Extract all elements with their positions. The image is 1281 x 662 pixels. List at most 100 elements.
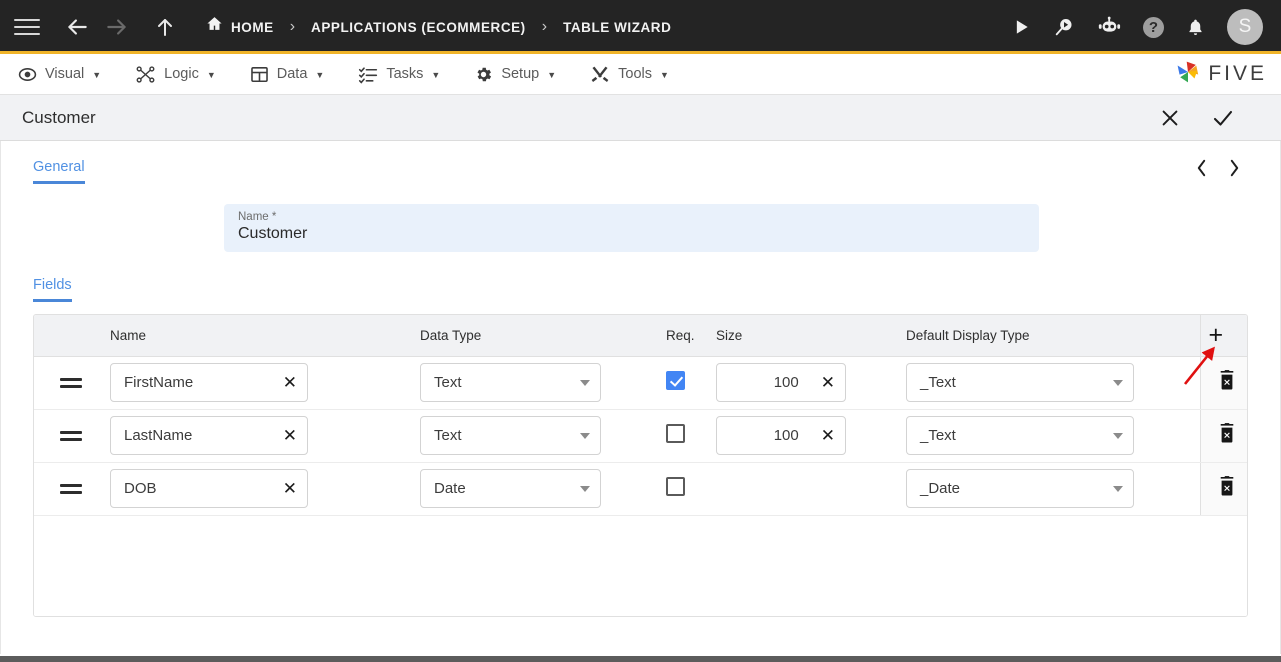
clear-icon[interactable]: ✕ bbox=[277, 479, 297, 499]
row-display-cell: _Date bbox=[898, 462, 1200, 516]
menu-label-visual: Visual bbox=[45, 66, 85, 82]
search-play-icon[interactable] bbox=[1053, 16, 1075, 38]
table-row: FirstName ✕ Text 100 ✕ _Text bbox=[34, 356, 1247, 410]
row-drag-cell bbox=[34, 356, 102, 410]
required-checkbox[interactable] bbox=[666, 423, 685, 443]
breadcrumb-item-home[interactable]: HOME bbox=[206, 16, 274, 38]
five-brand-logo: FIVE bbox=[1175, 59, 1281, 90]
breadcrumb-item-applications[interactable]: APPLICATIONS (ECOMMERCE) bbox=[311, 20, 526, 35]
clear-icon[interactable]: ✕ bbox=[815, 426, 835, 446]
display-type-value: _Text bbox=[920, 374, 956, 391]
page-title-bar: Customer bbox=[0, 95, 1281, 141]
required-checkbox[interactable] bbox=[666, 370, 685, 390]
row-action-cell bbox=[1199, 409, 1247, 463]
trash-icon[interactable] bbox=[1218, 370, 1236, 390]
menu-label-tasks: Tasks bbox=[386, 66, 424, 82]
name-input[interactable]: Name * Customer bbox=[224, 204, 1039, 252]
field-name-value: DOB bbox=[124, 480, 157, 497]
trash-icon[interactable] bbox=[1218, 423, 1236, 443]
add-field-button[interactable]: + bbox=[1199, 315, 1247, 357]
menu-item-tools[interactable]: Tools ▼ bbox=[590, 65, 669, 84]
column-header-data-type: Data Type bbox=[412, 315, 658, 357]
breadcrumb-separator-2: › bbox=[541, 18, 548, 35]
display-type-value: _Date bbox=[920, 480, 961, 497]
field-size-input[interactable]: 100 ✕ bbox=[716, 363, 846, 402]
clear-icon[interactable]: ✕ bbox=[277, 426, 297, 446]
field-size-value: 100 bbox=[773, 427, 799, 444]
up-arrow-icon[interactable] bbox=[148, 10, 182, 44]
data-type-select[interactable]: Date bbox=[420, 469, 601, 508]
clear-icon[interactable]: ✕ bbox=[815, 373, 835, 393]
chevron-down-icon: ▼ bbox=[547, 70, 557, 80]
menu-item-visual[interactable]: Visual ▼ bbox=[18, 65, 101, 84]
tab-fields-label: Fields bbox=[33, 277, 72, 293]
trash-icon[interactable] bbox=[1218, 476, 1236, 496]
data-type-select[interactable]: Text bbox=[420, 363, 601, 402]
menu-label-tools: Tools bbox=[618, 66, 652, 82]
drag-handle-icon[interactable] bbox=[60, 377, 82, 388]
breadcrumb-item-table-wizard[interactable]: TABLE WIZARD bbox=[563, 20, 671, 35]
tab-fields[interactable]: Fields bbox=[33, 277, 72, 302]
field-name-input[interactable]: FirstName ✕ bbox=[110, 363, 308, 402]
chevron-down-icon: ▼ bbox=[315, 70, 325, 80]
menu-label-setup: Setup bbox=[501, 66, 540, 82]
five-pinwheel-logo bbox=[1175, 59, 1201, 90]
column-header-size: Size bbox=[708, 315, 898, 357]
bell-icon[interactable] bbox=[1186, 17, 1205, 38]
question-mark-icon: ? bbox=[1143, 16, 1164, 38]
table-wizard-screen: HOME › APPLICATIONS (ECOMMERCE) › TABLE … bbox=[0, 0, 1281, 662]
chevron-down-icon bbox=[1113, 485, 1123, 492]
field-name-input[interactable]: LastName ✕ bbox=[110, 416, 308, 455]
fields-tab-bar: Fields bbox=[1, 252, 1280, 302]
forward-arrow-icon[interactable] bbox=[100, 10, 134, 44]
fields-table: Name Data Type Req. Size Default Display… bbox=[33, 314, 1248, 617]
row-name-cell: LastName ✕ bbox=[102, 409, 412, 463]
field-size-input[interactable]: 100 ✕ bbox=[716, 416, 846, 455]
checkmark-icon[interactable] bbox=[1211, 106, 1235, 130]
breadcrumb-label-applications: APPLICATIONS (ECOMMERCE) bbox=[311, 19, 526, 35]
menu-item-data[interactable]: Data ▼ bbox=[250, 65, 325, 84]
menu-item-setup[interactable]: Setup ▼ bbox=[474, 65, 556, 84]
table-row: LastName ✕ Text 100 ✕ _Text bbox=[34, 409, 1247, 463]
tab-general[interactable]: General bbox=[33, 159, 85, 184]
row-action-cell bbox=[1199, 356, 1247, 410]
display-type-select[interactable]: _Text bbox=[906, 363, 1134, 402]
display-type-select[interactable]: _Date bbox=[906, 469, 1134, 508]
row-size-cell bbox=[708, 462, 898, 516]
clear-icon[interactable]: ✕ bbox=[277, 373, 297, 393]
column-header-req: Req. bbox=[658, 315, 708, 357]
avatar[interactable]: S bbox=[1227, 9, 1263, 45]
eye-icon bbox=[18, 65, 37, 84]
close-x-icon[interactable] bbox=[1159, 107, 1181, 129]
name-input-label: Name * bbox=[238, 211, 277, 223]
drag-handle-icon[interactable] bbox=[60, 483, 82, 494]
menu-item-logic[interactable]: Logic ▼ bbox=[135, 65, 216, 84]
home-icon bbox=[206, 15, 223, 37]
column-header-name: Name bbox=[102, 315, 412, 357]
chevron-left-icon[interactable] bbox=[1196, 159, 1207, 181]
play-icon[interactable] bbox=[1011, 17, 1031, 37]
robot-icon[interactable] bbox=[1097, 16, 1121, 38]
field-name-value: FirstName bbox=[124, 374, 194, 391]
chevron-down-icon: ▼ bbox=[206, 70, 216, 80]
form-tab-bar: General bbox=[1, 141, 1280, 184]
drag-handle-icon[interactable] bbox=[60, 430, 82, 441]
menu-item-tasks[interactable]: Tasks ▼ bbox=[358, 65, 440, 84]
logic-nodes-icon bbox=[135, 65, 156, 84]
data-type-select[interactable]: Text bbox=[420, 416, 601, 455]
field-name-input[interactable]: DOB ✕ bbox=[110, 469, 308, 508]
chevron-right-icon[interactable] bbox=[1229, 159, 1240, 181]
row-req-cell bbox=[658, 409, 708, 463]
hamburger-menu-icon[interactable] bbox=[14, 16, 40, 38]
row-type-cell: Date bbox=[412, 462, 658, 516]
application-menu-bar: Visual ▼ Logic ▼ Data ▼ Tasks ▼ Setup ▼ … bbox=[0, 54, 1281, 95]
required-checkbox[interactable] bbox=[666, 476, 685, 496]
field-name-value: LastName bbox=[124, 427, 193, 444]
help-button[interactable]: ? bbox=[1143, 16, 1164, 38]
back-arrow-icon[interactable] bbox=[60, 10, 94, 44]
window-bottom-edge bbox=[0, 656, 1281, 662]
row-size-cell: 100 ✕ bbox=[708, 409, 898, 463]
wrench-screwdriver-icon bbox=[590, 65, 610, 84]
display-type-select[interactable]: _Text bbox=[906, 416, 1134, 455]
row-drag-cell bbox=[34, 409, 102, 463]
